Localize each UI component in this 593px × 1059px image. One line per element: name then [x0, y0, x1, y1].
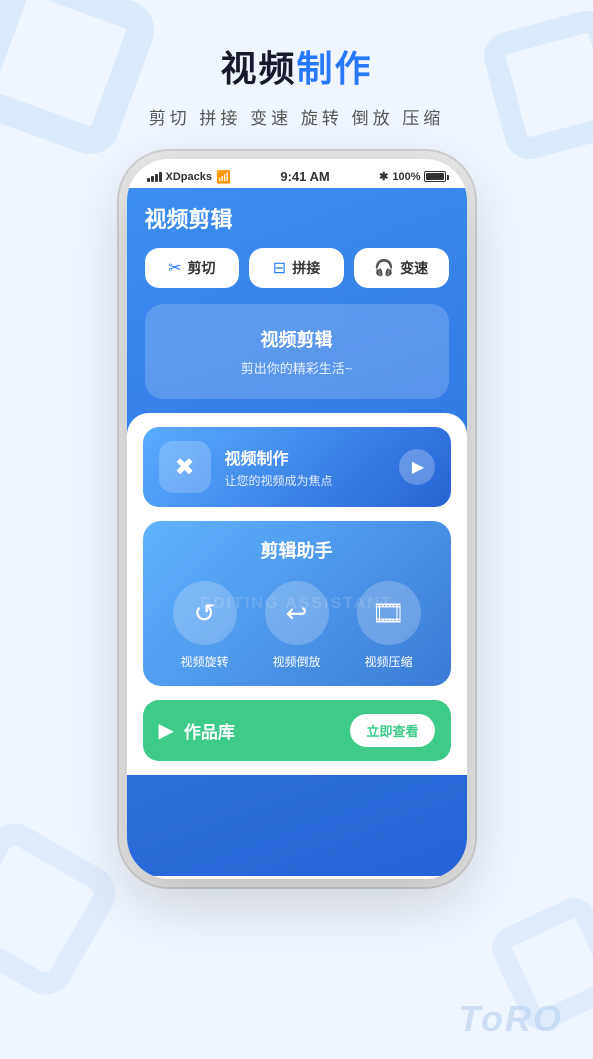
production-title: 视频制作 — [225, 445, 399, 469]
join-icon: ⊟ — [273, 258, 286, 278]
reverse-circle: ↩ — [265, 581, 329, 645]
main-title: 视频制作 — [0, 40, 593, 92]
signal-bar-4 — [159, 172, 162, 182]
cut-label: 剪切 — [188, 258, 216, 278]
production-play-button[interactable]: ▶ — [399, 449, 435, 485]
feature-btn-join[interactable]: ⊟ 拼接 — [249, 248, 344, 288]
hero-card: 视频剪辑 剪出你的精彩生活~ — [145, 304, 449, 399]
status-left: XDpacks 📶 — [147, 170, 231, 184]
works-title: 作品库 — [184, 718, 235, 743]
app-header: 视频剪辑 ✂ 剪切 ⊟ 拼接 🎧 变速 — [127, 188, 467, 399]
rotate-icon: ↺ — [194, 598, 216, 629]
feature-btn-cut[interactable]: ✂ 剪切 — [145, 248, 240, 288]
reverse-icon: ↩ — [286, 598, 308, 629]
phone-mockup: XDpacks 📶 9:41 AM ✱ 100% 视频剪辑 — [127, 159, 467, 879]
top-section: 视频制作 剪切 拼接 变速 旋转 倒放 压缩 — [0, 0, 593, 149]
tool-reverse[interactable]: ↩ 视频倒放 — [265, 581, 329, 670]
signal-bar-3 — [155, 174, 158, 182]
works-view-button[interactable]: 立即查看 — [350, 714, 434, 747]
battery-icon — [424, 171, 446, 182]
works-icon: ▶ — [159, 718, 174, 743]
white-section: ✖ 视频制作 让您的视频成为焦点 ▶ EDITING ASSISTANT 剪辑助… — [127, 413, 467, 775]
works-bar[interactable]: ▶ 作品库 立即查看 — [143, 700, 451, 761]
production-desc: 让您的视频成为焦点 — [225, 472, 399, 489]
phone-wrapper: XDpacks 📶 9:41 AM ✱ 100% 视频剪辑 — [0, 159, 593, 879]
rotate-circle: ↺ — [173, 581, 237, 645]
speed-icon: 🎧 — [374, 258, 394, 278]
production-text: 视频制作 让您的视频成为焦点 — [225, 445, 399, 489]
play-icon: ▶ — [412, 457, 424, 477]
tool-compress[interactable]: 🎞 视频压缩 — [357, 581, 421, 670]
hero-card-subtitle: 剪出你的精彩生活~ — [163, 358, 431, 377]
signal-bar-1 — [147, 178, 150, 182]
reverse-label: 视频倒放 — [272, 653, 320, 670]
production-cross-icon: ✖ — [174, 453, 194, 482]
carrier-label: XDpacks — [166, 171, 212, 183]
rotate-label: 视频旋转 — [180, 653, 228, 670]
compress-label: 视频压缩 — [364, 653, 412, 670]
compress-circle: 🎞 — [357, 581, 421, 645]
status-right: ✱ 100% — [379, 170, 446, 183]
production-card[interactable]: ✖ 视频制作 让您的视频成为焦点 ▶ — [143, 427, 451, 507]
app-title: 视频剪辑 — [145, 202, 449, 234]
signal-bar-2 — [151, 176, 154, 182]
title-part2: 制作 — [297, 48, 373, 89]
battery-label: 100% — [392, 171, 420, 183]
editing-tools: ↺ 视频旋转 ↩ 视频倒放 🎞 — [159, 581, 435, 670]
signal-bars — [147, 172, 162, 182]
hero-card-title: 视频剪辑 — [163, 326, 431, 352]
toro-brand: ToRO — [458, 998, 563, 1040]
editing-title: 剪辑助手 — [159, 537, 435, 563]
speed-label: 变速 — [400, 258, 428, 278]
works-left: ▶ 作品库 — [159, 718, 235, 743]
subtitle: 剪切 拼接 变速 旋转 倒放 压缩 — [0, 104, 593, 129]
title-part1: 视频 — [220, 48, 296, 89]
cut-icon: ✂ — [168, 258, 181, 278]
compress-icon: 🎞 — [372, 598, 405, 629]
app-content: 视频剪辑 ✂ 剪切 ⊟ 拼接 🎧 变速 — [127, 188, 467, 876]
battery-fill — [426, 173, 444, 180]
status-time: 9:41 AM — [280, 169, 329, 184]
production-icon-box: ✖ — [159, 441, 211, 493]
tool-rotate[interactable]: ↺ 视频旋转 — [173, 581, 237, 670]
join-label: 拼接 — [292, 258, 320, 278]
editing-section: EDITING ASSISTANT 剪辑助手 ↺ 视频旋转 ↩ — [143, 521, 451, 686]
feature-btn-speed[interactable]: 🎧 变速 — [354, 248, 449, 288]
wifi-icon: 📶 — [216, 170, 231, 184]
feature-buttons: ✂ 剪切 ⊟ 拼接 🎧 变速 — [145, 248, 449, 288]
bottom-area: ToRO — [0, 979, 593, 1059]
bluetooth-icon: ✱ — [379, 170, 388, 183]
status-bar: XDpacks 📶 9:41 AM ✱ 100% — [127, 159, 467, 188]
